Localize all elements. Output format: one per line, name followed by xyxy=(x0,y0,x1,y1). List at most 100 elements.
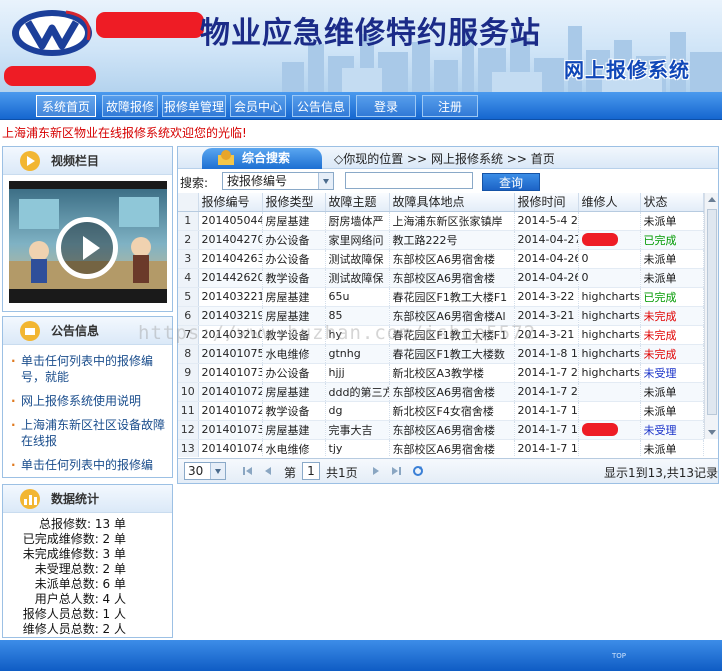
table-cell-status: 未派单 xyxy=(640,211,704,231)
table-cell-time: 2014-1-7 1 xyxy=(514,420,579,440)
table-row[interactable]: 12014050444房屋基建厨房墙体严上海浦东新区张家镇岸2014-5-4 2… xyxy=(178,211,704,231)
scroll-down-icon[interactable] xyxy=(705,425,719,439)
row-number: 13 xyxy=(178,439,199,457)
notice-item[interactable]: 单击任何列表中的报修编号，就能 xyxy=(11,353,166,385)
nav-home[interactable]: 系统首页 xyxy=(36,95,96,117)
table-cell-location: 春花园区F1教工大楼F1 xyxy=(389,287,515,307)
table-cell-location: 新北校区A3教学楼 xyxy=(389,363,515,383)
search-button[interactable]: 查询 xyxy=(482,173,540,191)
nav-report-fault[interactable]: 故障报修 xyxy=(102,95,158,117)
table-cell-worker xyxy=(578,439,641,457)
nav-member-center[interactable]: 会员中心 xyxy=(230,95,286,117)
column-header[interactable]: 报修时间 xyxy=(514,193,579,212)
table-cell-time: 2014-5-4 2 xyxy=(514,211,579,231)
table-cell-subject: hjjj xyxy=(325,363,390,383)
row-number: 8 xyxy=(178,344,199,364)
table-cell-id[interactable]: 2014042636 xyxy=(198,249,263,269)
table-cell-location: 春花园区F1教工大楼F1 xyxy=(389,325,515,345)
table-row[interactable]: 32014042636办公设备测试故障保东部校区A6男宿舍楼2014-04-26… xyxy=(178,249,704,269)
table-cell-subject: tjy xyxy=(325,439,390,457)
table-cell-id[interactable]: 2014010730 xyxy=(198,363,263,383)
table-cell-id[interactable]: 2014010742 xyxy=(198,439,263,457)
column-header[interactable]: 故障主题 xyxy=(325,193,390,212)
redacted-subtitle xyxy=(4,66,96,86)
table-cell-subject: 测试故障保 xyxy=(325,268,390,288)
table-cell-id[interactable]: 2014010755 xyxy=(198,344,263,364)
table-row[interactable]: 52014032215房屋基建65u春花园区F1教工大楼F12014-3-22h… xyxy=(178,287,704,307)
tab-combined-search[interactable]: 综合搜索 xyxy=(202,148,322,169)
video-player[interactable] xyxy=(9,181,167,303)
nav-announcements[interactable]: 公告信息 xyxy=(292,95,350,117)
table-cell-status: 未派单 xyxy=(640,382,704,402)
table-cell-worker xyxy=(578,230,641,250)
back-to-top-link[interactable]: TOP xyxy=(612,652,626,660)
table-cell-id[interactable]: 2014050444 xyxy=(198,211,263,231)
table-row[interactable]: 62014032191房屋基建85东部校区A6男宿舍楼Al2014-3-21hi… xyxy=(178,306,704,326)
table-cell-id[interactable]: 2014010721 xyxy=(198,382,263,402)
table-cell-id[interactable]: 2014032191 xyxy=(198,306,263,326)
table-cell-id[interactable]: 2014010738 xyxy=(198,420,263,440)
nav-login[interactable]: 登录 xyxy=(356,95,416,117)
chevron-down-icon[interactable] xyxy=(210,463,225,479)
table-cell-id[interactable]: 2014032100 xyxy=(198,325,263,345)
table-cell-id[interactable]: 2014426205 xyxy=(198,268,263,288)
column-header[interactable]: 报修编号 xyxy=(198,193,263,212)
table-cell-id[interactable]: 2014042704 xyxy=(198,230,263,250)
table-cell-time: 2014-1-7 1 xyxy=(514,439,579,457)
table-cell-time: 2014-3-22 xyxy=(514,287,579,307)
scrollbar-thumb[interactable] xyxy=(707,209,717,415)
table-cell-status: 未完成 xyxy=(640,325,704,345)
table-cell-location: 东部校区A6男宿舍楼 xyxy=(389,382,515,402)
site-title: 物业应急维修特约服务站 xyxy=(200,16,541,51)
table-row[interactable]: 82014010755水电维修gtnhg春花园区F1教工大楼数2014-1-8 … xyxy=(178,344,704,364)
last-page-icon[interactable] xyxy=(390,465,402,477)
table-row[interactable]: 92014010730办公设备hjjj新北校区A3教学楼2014-1-7 2hi… xyxy=(178,363,704,383)
table-cell-id[interactable]: 2014032215 xyxy=(198,287,263,307)
table-row[interactable]: 132014010742水电维修tjy东部校区A6男宿舍楼2014-1-7 1 未… xyxy=(178,439,704,457)
table-row[interactable]: 42014426205教学设备测试故障保东部校区A6男宿舍楼2014-04-26… xyxy=(178,268,704,288)
table-scrollbar[interactable] xyxy=(704,193,718,439)
table-row[interactable]: 102014010721房屋基建ddd的第三方东部校区A6男宿舍楼2014-1-… xyxy=(178,382,704,402)
table-row[interactable]: 122014010738房屋基建完事大吉东部校区A6男宿舍楼2014-1-7 1… xyxy=(178,420,704,440)
notice-item[interactable]: 单击任何列表中的报修编 xyxy=(11,457,166,473)
table-cell-time: 2014-04-26 xyxy=(514,249,579,269)
table-cell-worker: highcharts xyxy=(578,306,641,326)
chevron-down-icon[interactable] xyxy=(318,173,333,189)
table-cell-location: 新北校区F4女宿舍楼 xyxy=(389,401,515,421)
page-size-select[interactable]: 30 xyxy=(184,462,226,480)
notice-item[interactable]: 上海浦东新区社区设备故障在线报 xyxy=(11,417,166,449)
nav-order-manage[interactable]: 报修单管理 xyxy=(162,95,226,117)
column-header[interactable]: 状态 xyxy=(640,193,704,212)
next-page-icon[interactable] xyxy=(370,465,382,477)
table-cell-status: 未派单 xyxy=(640,401,704,421)
current-page-input[interactable]: 1 xyxy=(302,462,320,480)
table-row[interactable]: 22014042704办公设备家里网络问教工路222号2014-04-27 已完成 xyxy=(178,230,704,250)
table-cell-time: 2014-1-8 1 xyxy=(514,344,579,364)
table-row[interactable]: 72014032100教学设备hy春花园区F1教工大楼F12014-3-21hi… xyxy=(178,325,704,345)
column-header xyxy=(178,193,199,212)
footer-bar: TOP xyxy=(0,640,722,671)
table-cell-status: 未派单 xyxy=(640,439,704,457)
table-row[interactable]: 112014010724教学设备dg新北校区F4女宿舍楼2014-1-7 1 未派… xyxy=(178,401,704,421)
column-header[interactable]: 报修类型 xyxy=(262,193,326,212)
table-cell-time: 2014-3-21 xyxy=(514,325,579,345)
refresh-icon[interactable] xyxy=(412,465,424,477)
column-header[interactable]: 维修人 xyxy=(578,193,641,212)
prev-page-icon[interactable] xyxy=(262,465,274,477)
row-number: 4 xyxy=(178,268,199,288)
nav-register[interactable]: 注册 xyxy=(422,95,478,117)
scroll-up-icon[interactable] xyxy=(705,193,719,207)
search-input[interactable] xyxy=(345,172,473,189)
column-header[interactable]: 故障具体地点 xyxy=(389,193,515,212)
search-field-select[interactable]: 按报修编号 xyxy=(222,172,334,190)
table-cell-status: 未完成 xyxy=(640,306,704,326)
first-page-icon[interactable] xyxy=(242,465,254,477)
notice-list: 单击任何列表中的报修编号，就能 网上报修系统使用说明 上海浦东新区社区设备故障在… xyxy=(3,345,172,479)
row-number: 2 xyxy=(178,230,199,250)
notice-item[interactable]: 网上报修系统使用说明 xyxy=(11,393,166,409)
play-icon[interactable] xyxy=(56,217,118,279)
table-cell-id[interactable]: 2014010724 xyxy=(198,401,263,421)
table-cell-status: 已完成 xyxy=(640,287,704,307)
main-nav: 系统首页 故障报修 报修单管理 会员中心 公告信息 登录 注册 xyxy=(0,92,722,120)
video-thumbnail xyxy=(9,189,167,289)
